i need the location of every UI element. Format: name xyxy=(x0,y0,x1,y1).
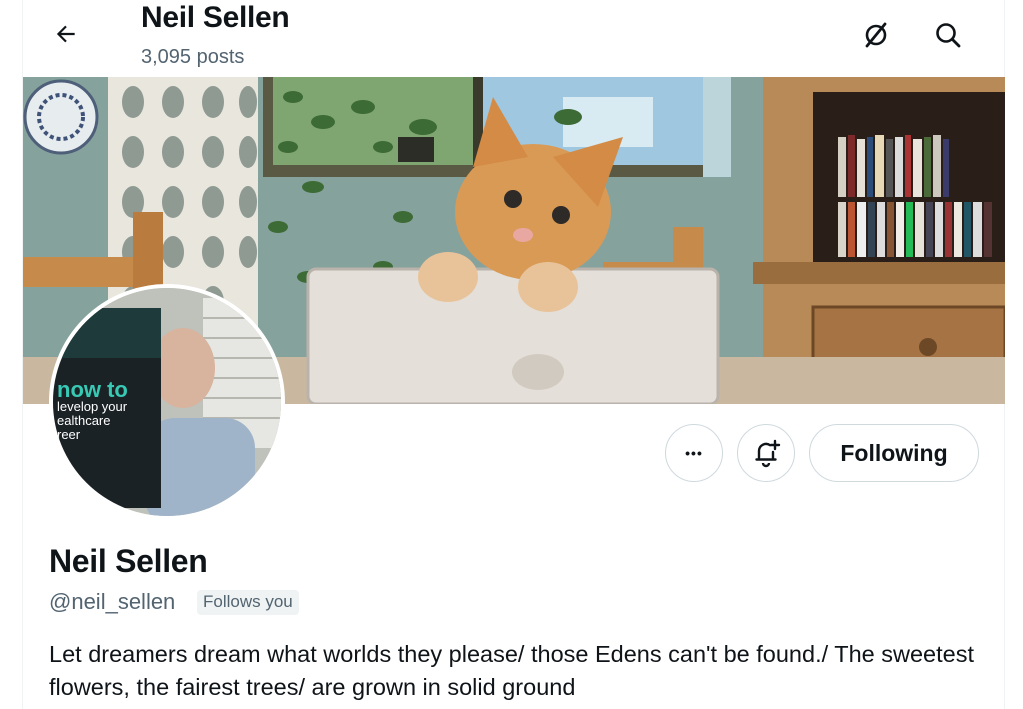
profile-avatar[interactable]: now to levelop your ealthcare reer xyxy=(49,284,285,520)
avatar-book-text: now to levelop your ealthcare reer xyxy=(57,377,128,442)
search-icon xyxy=(936,23,961,48)
posts-count: 3,095 posts xyxy=(141,46,245,68)
bio: Let dreamers dream what worlds they plea… xyxy=(49,641,974,700)
grok-button[interactable] xyxy=(854,13,898,57)
more-icon: ••• xyxy=(685,445,703,461)
back-arrow-icon xyxy=(56,25,75,43)
follows-you-badge: Follows you xyxy=(197,590,299,615)
book-title-line-1: now to xyxy=(57,377,128,402)
book-title-line-2: levelop your xyxy=(57,399,128,414)
header-title: Neil Sellen xyxy=(141,1,290,34)
more-button[interactable]: ••• xyxy=(665,424,723,482)
back-button[interactable] xyxy=(42,14,90,54)
handle: @neil_sellen xyxy=(49,589,176,614)
book-title-line-3: ealthcare xyxy=(57,413,111,428)
book-title-line-4: reer xyxy=(57,427,81,442)
grok-icon xyxy=(865,22,887,48)
search-button[interactable] xyxy=(926,13,970,57)
bell-plus-icon xyxy=(755,439,781,468)
notifications-button[interactable] xyxy=(737,424,795,482)
display-name: Neil Sellen xyxy=(49,543,208,579)
following-button[interactable]: Following xyxy=(809,424,979,482)
